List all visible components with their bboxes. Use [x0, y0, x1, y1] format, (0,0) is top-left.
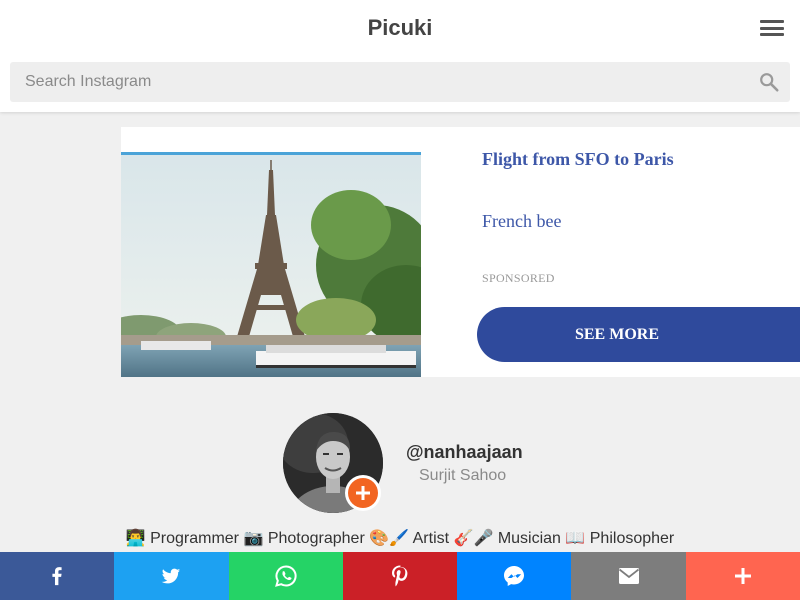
twitter-icon: [162, 568, 181, 584]
share-bar: [0, 552, 800, 600]
search-bar: [10, 62, 790, 102]
ad-advertiser[interactable]: French bee: [482, 211, 561, 232]
share-more-button[interactable]: [685, 552, 800, 600]
email-icon: [618, 568, 639, 584]
share-pinterest-button[interactable]: [342, 552, 458, 600]
share-email-button[interactable]: [571, 552, 686, 600]
share-facebook-button[interactable]: [0, 552, 115, 600]
follow-button[interactable]: [345, 475, 381, 511]
profile-username: @nanhaajaan: [406, 442, 523, 462]
plus-icon: [356, 486, 370, 500]
eiffel-tower-photo[interactable]: [121, 152, 421, 377]
plus-icon: [734, 568, 751, 584]
pinterest-icon: [391, 565, 408, 587]
profile-full-name: Surjit Sahoo: [419, 467, 507, 484]
share-twitter-button[interactable]: [114, 552, 229, 600]
search-input[interactable]: [10, 62, 740, 102]
messenger-icon: [504, 566, 525, 586]
profile-bio: 👨‍💻 Programmer 📷 Photographer 🎨🖌️ Artist…: [125, 530, 675, 547]
sponsored-label: SPONSORED: [482, 271, 555, 285]
share-whatsapp-button[interactable]: [228, 552, 343, 600]
ad-title-link[interactable]: Flight from SFO to Paris: [482, 149, 674, 170]
facebook-icon: [52, 567, 62, 586]
search-icon[interactable]: [758, 71, 780, 93]
share-messenger-button[interactable]: [457, 552, 572, 600]
see-more-button[interactable]: SEE MORE: [477, 307, 800, 362]
site-title[interactable]: Picuki: [0, 14, 800, 42]
sponsored-ad: Flight from SFO to Paris French bee SPON…: [121, 127, 800, 377]
whatsapp-icon: [274, 565, 297, 587]
hamburger-menu-icon[interactable]: [760, 18, 784, 38]
site-header: Picuki: [0, 0, 800, 112]
